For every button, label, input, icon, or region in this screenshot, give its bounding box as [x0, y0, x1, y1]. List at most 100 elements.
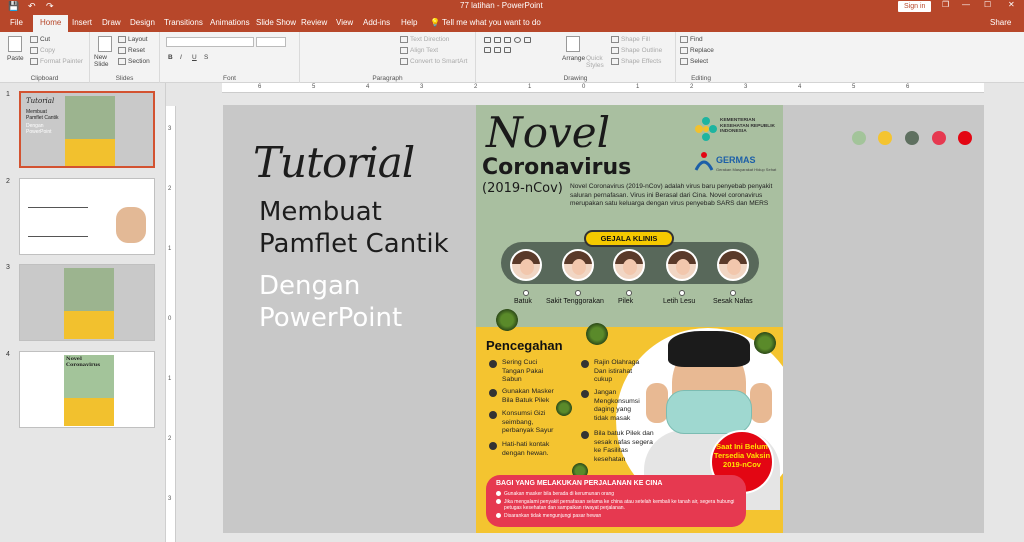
smartart-icon — [400, 58, 408, 65]
tab-file[interactable]: File — [10, 18, 23, 27]
shape-triangle-icon[interactable] — [524, 37, 531, 43]
tab-add-ins[interactable]: Add-ins — [363, 18, 390, 27]
subtitle-line-4[interactable]: PowerPoint — [259, 303, 402, 333]
germas-subtext: Gerakan Masyarakat Hidup Sehat — [716, 167, 777, 172]
shape-outline-button[interactable]: Shape Outline — [611, 47, 662, 54]
symptom-dot — [523, 290, 529, 296]
arrange-button[interactable]: Arrange — [562, 55, 585, 62]
slide-canvas[interactable]: Tutorial Membuat Pamflet Cantik Dengan P… — [223, 105, 984, 533]
color-swatch-dot[interactable] — [905, 131, 919, 145]
align-text-label: Align Text — [410, 47, 439, 55]
font-family-combo[interactable] — [166, 37, 254, 47]
shape-arrow-icon[interactable] — [504, 37, 511, 43]
convert-smartart-button[interactable]: Convert to SmartArt — [400, 58, 467, 65]
replace-label: Replace — [690, 47, 714, 55]
tell-me-search[interactable]: 💡 Tell me what you want to do — [430, 18, 541, 27]
bold-button[interactable]: B — [168, 54, 173, 61]
paste-button[interactable]: Paste — [7, 55, 24, 62]
copy-icon — [30, 47, 38, 54]
tab-insert[interactable]: Insert — [72, 18, 92, 27]
undo-icon[interactable]: ↶ — [28, 1, 36, 12]
tab-design[interactable]: Design — [130, 18, 155, 27]
color-swatch-dot[interactable] — [932, 131, 946, 145]
shape-fill-button[interactable]: Shape Fill — [611, 36, 650, 43]
slide-thumbnail-3[interactable] — [19, 264, 155, 341]
select-button[interactable]: Select — [680, 58, 708, 65]
shape-oval-icon[interactable] — [514, 37, 521, 43]
shape-rect-icon[interactable] — [484, 37, 491, 43]
shape-brace-icon[interactable] — [484, 47, 491, 53]
thumb-poster-yellow — [64, 310, 114, 339]
slide-thumbnail-4[interactable]: Novel Coronavirus — [19, 351, 155, 428]
tab-home[interactable]: Home — [33, 15, 69, 32]
symptom-label: Sakit Tenggorakan — [546, 298, 604, 305]
layout-button[interactable]: Layout — [118, 36, 148, 43]
quick-styles-button[interactable]: Quick Styles — [586, 55, 606, 69]
close-button[interactable]: ✕ — [1008, 0, 1015, 9]
color-swatch-dot[interactable] — [958, 131, 972, 145]
travel-line: Gunakan masker bila berada di kerumunan … — [496, 491, 740, 497]
sign-in-button[interactable]: Sign in — [898, 1, 932, 12]
align-text-button[interactable]: Align Text — [400, 47, 438, 54]
tab-animations[interactable]: Animations — [210, 18, 250, 27]
convert-smartart-label: Convert to SmartArt — [410, 58, 468, 66]
tab-slide-show[interactable]: Slide Show — [256, 18, 296, 27]
pamphlet-poster[interactable]: Novel Coronavirus (2019-nCov) Novel Coro… — [476, 105, 783, 533]
replace-icon — [680, 47, 688, 54]
outline-icon — [611, 47, 619, 54]
face-skin — [623, 259, 637, 275]
color-swatch-dot[interactable] — [852, 131, 866, 145]
subtitle-line-3[interactable]: Dengan — [259, 271, 360, 301]
poster-description: Novel Coronavirus (2019-nCov) adalah vir… — [570, 183, 773, 207]
cut-button[interactable]: Cut — [30, 36, 50, 43]
share-button[interactable]: Share — [990, 18, 1011, 27]
slide-thumbnail-2[interactable] — [19, 178, 155, 255]
paste-icon[interactable] — [8, 36, 22, 52]
color-swatch-dot[interactable] — [878, 131, 892, 145]
section-button[interactable]: Section — [118, 58, 150, 65]
tutorial-heading[interactable]: Tutorial — [253, 138, 415, 187]
redo-icon[interactable]: ↷ — [46, 1, 54, 12]
ruler-tick: 1 — [168, 376, 172, 382]
copy-button[interactable]: Copy — [30, 47, 55, 54]
underline-button[interactable]: U — [192, 54, 197, 61]
thumb-poster: Novel Coronavirus — [64, 355, 114, 426]
shape-star-icon[interactable] — [494, 47, 501, 53]
italic-button[interactable]: I — [180, 54, 182, 61]
maximize-button[interactable]: ☐ — [984, 0, 991, 9]
subtitle-line-2[interactable]: Pamflet Cantik — [259, 229, 449, 259]
poster-novel-title: Novel — [486, 108, 611, 157]
subtitle-line-1[interactable]: Membuat — [259, 197, 382, 227]
symptom-label: Letih Lesu — [663, 298, 696, 305]
shape-line-icon[interactable] — [494, 37, 501, 43]
clipboard-group: Paste Cut Copy Format Painter Clipboard — [0, 32, 90, 83]
shape-effects-button[interactable]: Shape Effects — [611, 58, 661, 65]
replace-button[interactable]: Replace — [680, 47, 714, 54]
shape-fill-label: Shape Fill — [621, 36, 650, 44]
format-painter-button[interactable]: Format Painter — [30, 58, 83, 65]
prevention-item: Konsumsi Gizi seimbang, perbanyak Sayur — [489, 410, 564, 436]
text-direction-button[interactable]: Text Direction — [400, 36, 449, 43]
slide-thumbnail-1[interactable]: Tutorial Membuat Pamflet Cantik Dengan P… — [19, 91, 155, 168]
find-label: Find — [690, 36, 703, 44]
ruler-tick: 4 — [366, 84, 370, 90]
tab-review[interactable]: Review — [301, 18, 327, 27]
reset-button[interactable]: Reset — [118, 47, 145, 54]
new-slide-icon[interactable] — [98, 36, 112, 52]
tab-draw[interactable]: Draw — [102, 18, 121, 27]
tab-help[interactable]: Help — [401, 18, 417, 27]
symptom-face-photo — [562, 249, 594, 281]
ribbon-display-icon[interactable]: ❐ — [942, 0, 949, 9]
tab-transitions[interactable]: Transitions — [164, 18, 203, 27]
find-button[interactable]: Find — [680, 36, 703, 43]
save-icon[interactable]: 💾 — [8, 1, 19, 12]
prevention-item: Sering Cuci Tangan Pakai Sabun — [489, 359, 560, 385]
minimize-button[interactable]: — — [962, 0, 970, 9]
font-size-combo[interactable] — [256, 37, 286, 47]
shape-callout-icon[interactable] — [504, 47, 511, 53]
tab-view[interactable]: View — [336, 18, 353, 27]
arrange-icon[interactable] — [566, 36, 580, 52]
new-slide-button[interactable]: New Slide — [94, 54, 118, 68]
face-skin — [676, 259, 690, 275]
strike-button[interactable]: S — [204, 54, 208, 61]
